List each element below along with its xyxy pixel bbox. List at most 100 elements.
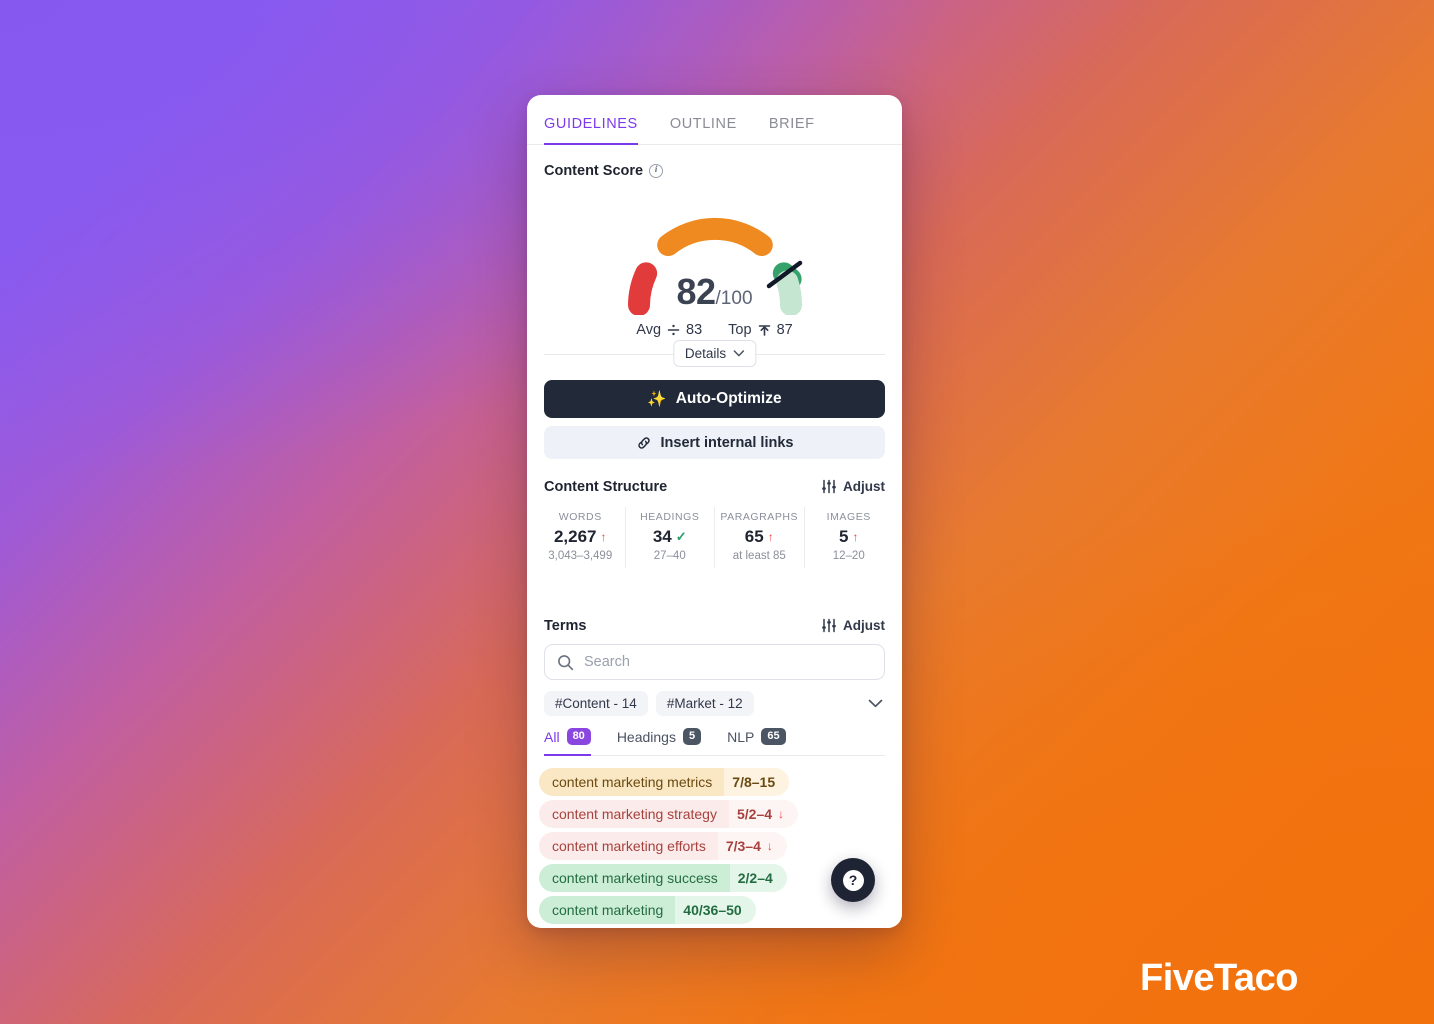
tab-guidelines[interactable]: GUIDELINES bbox=[544, 95, 638, 145]
page-title: Content Score bbox=[544, 163, 644, 179]
stat-value: 5 bbox=[839, 526, 849, 546]
card-tabs: GUIDELINES OUTLINE BRIEF bbox=[527, 95, 902, 145]
insert-internal-links-label: Insert internal links bbox=[660, 434, 794, 451]
term-row[interactable]: content marketing 40/36–50 bbox=[539, 896, 756, 924]
gauge-avg-label: Avg bbox=[636, 322, 662, 338]
insert-internal-links-button[interactable]: Insert internal links bbox=[544, 426, 885, 459]
details-label: Details bbox=[684, 346, 727, 361]
gauge-avg-value: 83 bbox=[686, 322, 703, 338]
filter-label: All bbox=[544, 728, 560, 745]
arrow-up-icon: ↑ bbox=[600, 529, 607, 544]
term-count-value: 5/2–4 bbox=[736, 806, 773, 822]
stat-range: 3,043–3,499 bbox=[548, 549, 613, 562]
stat-paragraphs: PARAGRAPHS 65 ↑ at least 85 bbox=[715, 506, 805, 568]
term-count: 7/8–15 bbox=[724, 768, 790, 796]
stat-range: 12–20 bbox=[832, 549, 865, 562]
terms-title: Terms bbox=[544, 617, 587, 634]
stat-label: WORDS bbox=[558, 510, 602, 523]
content-structure-adjust-label: Adjust bbox=[843, 479, 885, 495]
gauge-meta: Avg 83 Top 87 bbox=[636, 322, 792, 338]
content-score-gauge: 82/100 bbox=[600, 193, 830, 315]
stat-words: WORDS 2,267 ↑ 3,043–3,499 bbox=[536, 506, 626, 568]
search-input[interactable] bbox=[584, 654, 872, 671]
auto-optimize-label: Auto-Optimize bbox=[675, 390, 782, 408]
term-row[interactable]: content marketing success 2/2–4 bbox=[539, 864, 787, 892]
gauge-avg: Avg 83 bbox=[636, 322, 702, 338]
term-count: 40/36–50 bbox=[675, 896, 756, 924]
info-icon[interactable]: i bbox=[649, 164, 664, 178]
term-count-value: 2/2–4 bbox=[737, 870, 773, 886]
stat-value-wrap: 5 ↑ bbox=[807, 527, 892, 547]
question-mark-icon: ? bbox=[842, 869, 864, 891]
stat-range: at least 85 bbox=[732, 549, 786, 562]
stat-value: 34 bbox=[652, 526, 672, 546]
filter-headings[interactable]: Headings 5 bbox=[616, 728, 702, 756]
content-score-header: Content Score i bbox=[527, 163, 902, 179]
chip-content[interactable]: #Content - 14 bbox=[544, 691, 648, 717]
tab-outline[interactable]: OUTLINE bbox=[670, 95, 737, 145]
arrow-down-icon: ↓ bbox=[778, 807, 785, 821]
term-row[interactable]: content marketing strategy 5/2–4 ↓ bbox=[539, 800, 799, 828]
gauge-top-label: Top bbox=[728, 322, 752, 338]
terms-header: Terms Adjust bbox=[527, 618, 902, 634]
filter-label: Headings bbox=[616, 728, 676, 745]
stat-images: IMAGES 5 ↑ 12–20 bbox=[805, 507, 894, 568]
chip-market[interactable]: #Market - 12 bbox=[655, 691, 754, 717]
stat-range: 27–40 bbox=[653, 549, 686, 562]
term-count: 7/3–4 ↓ bbox=[717, 832, 787, 860]
filter-nlp[interactable]: NLP 65 bbox=[727, 728, 786, 756]
stat-value: 2,267 bbox=[553, 526, 597, 546]
content-structure-adjust-button[interactable]: Adjust bbox=[821, 479, 885, 494]
term-row[interactable]: content marketing efforts 7/3–4 ↓ bbox=[539, 832, 787, 860]
auto-optimize-button[interactable]: ✨ Auto-Optimize bbox=[544, 379, 885, 419]
tab-brief[interactable]: BRIEF bbox=[769, 95, 815, 145]
terms-chips: #Content - 14 #Market - 12 bbox=[544, 691, 885, 717]
filter-count-badge: 80 bbox=[566, 728, 591, 745]
help-button[interactable]: ? bbox=[831, 858, 875, 902]
terms-adjust-label: Adjust bbox=[843, 618, 885, 634]
stat-label: PARAGRAPHS bbox=[720, 510, 799, 523]
content-score-card: GUIDELINES OUTLINE BRIEF Content Score i bbox=[527, 95, 902, 928]
stat-value-wrap: 34 ✓ bbox=[628, 527, 713, 547]
chips-expand-button[interactable] bbox=[866, 693, 885, 715]
term-count: 5/2–4 ↓ bbox=[728, 800, 799, 828]
content-structure-title: Content Structure bbox=[544, 478, 668, 495]
stat-value-wrap: 65 ↑ bbox=[717, 527, 802, 547]
gauge-top-value: 87 bbox=[776, 322, 793, 338]
content-score-gauge-wrap: 82/100 Avg 83 Top 87 bbox=[527, 179, 902, 338]
term-name: content marketing strategy bbox=[539, 800, 729, 828]
term-name: content marketing efforts bbox=[539, 832, 718, 860]
term-name: content marketing success bbox=[539, 864, 730, 892]
gauge-score: 82 bbox=[676, 271, 716, 312]
filter-label: NLP bbox=[727, 728, 755, 745]
term-count-value: 7/8–15 bbox=[732, 774, 776, 790]
term-name: content marketing metrics bbox=[539, 768, 725, 796]
term-row[interactable]: content marketing metrics 7/8–15 bbox=[539, 768, 790, 796]
sliders-icon bbox=[822, 619, 836, 633]
filter-count-badge: 5 bbox=[682, 728, 702, 745]
details-divider: Details bbox=[544, 340, 885, 367]
filter-count-badge: 65 bbox=[761, 728, 786, 745]
terms-search[interactable] bbox=[544, 643, 885, 681]
arrow-up-icon bbox=[758, 325, 770, 336]
search-icon bbox=[558, 654, 574, 670]
details-button[interactable]: Details bbox=[672, 340, 757, 367]
link-icon bbox=[637, 436, 650, 449]
arrow-up-icon: ↑ bbox=[767, 529, 774, 544]
arrow-up-icon: ↑ bbox=[852, 529, 859, 544]
stat-label: IMAGES bbox=[826, 510, 871, 523]
check-icon: ✓ bbox=[675, 528, 687, 544]
filter-all[interactable]: All 80 bbox=[544, 728, 591, 756]
term-count-value: 7/3–4 bbox=[725, 838, 761, 854]
gauge-max: /100 bbox=[715, 288, 753, 309]
content-score-title-wrap: Content Score i bbox=[544, 163, 664, 179]
content-structure-header: Content Structure Adjust bbox=[527, 479, 902, 495]
chevron-down-icon bbox=[868, 699, 883, 708]
terms-adjust-button[interactable]: Adjust bbox=[821, 618, 885, 633]
stat-value-wrap: 2,267 ↑ bbox=[538, 527, 623, 547]
gauge-top: Top 87 bbox=[728, 322, 793, 338]
terms-list: content marketing metrics 7/8–15 content… bbox=[539, 768, 890, 928]
term-name: content marketing bbox=[539, 896, 676, 924]
gauge-value-label: 82/100 bbox=[600, 271, 830, 313]
brand-logo: FiveTaco bbox=[1140, 957, 1298, 999]
